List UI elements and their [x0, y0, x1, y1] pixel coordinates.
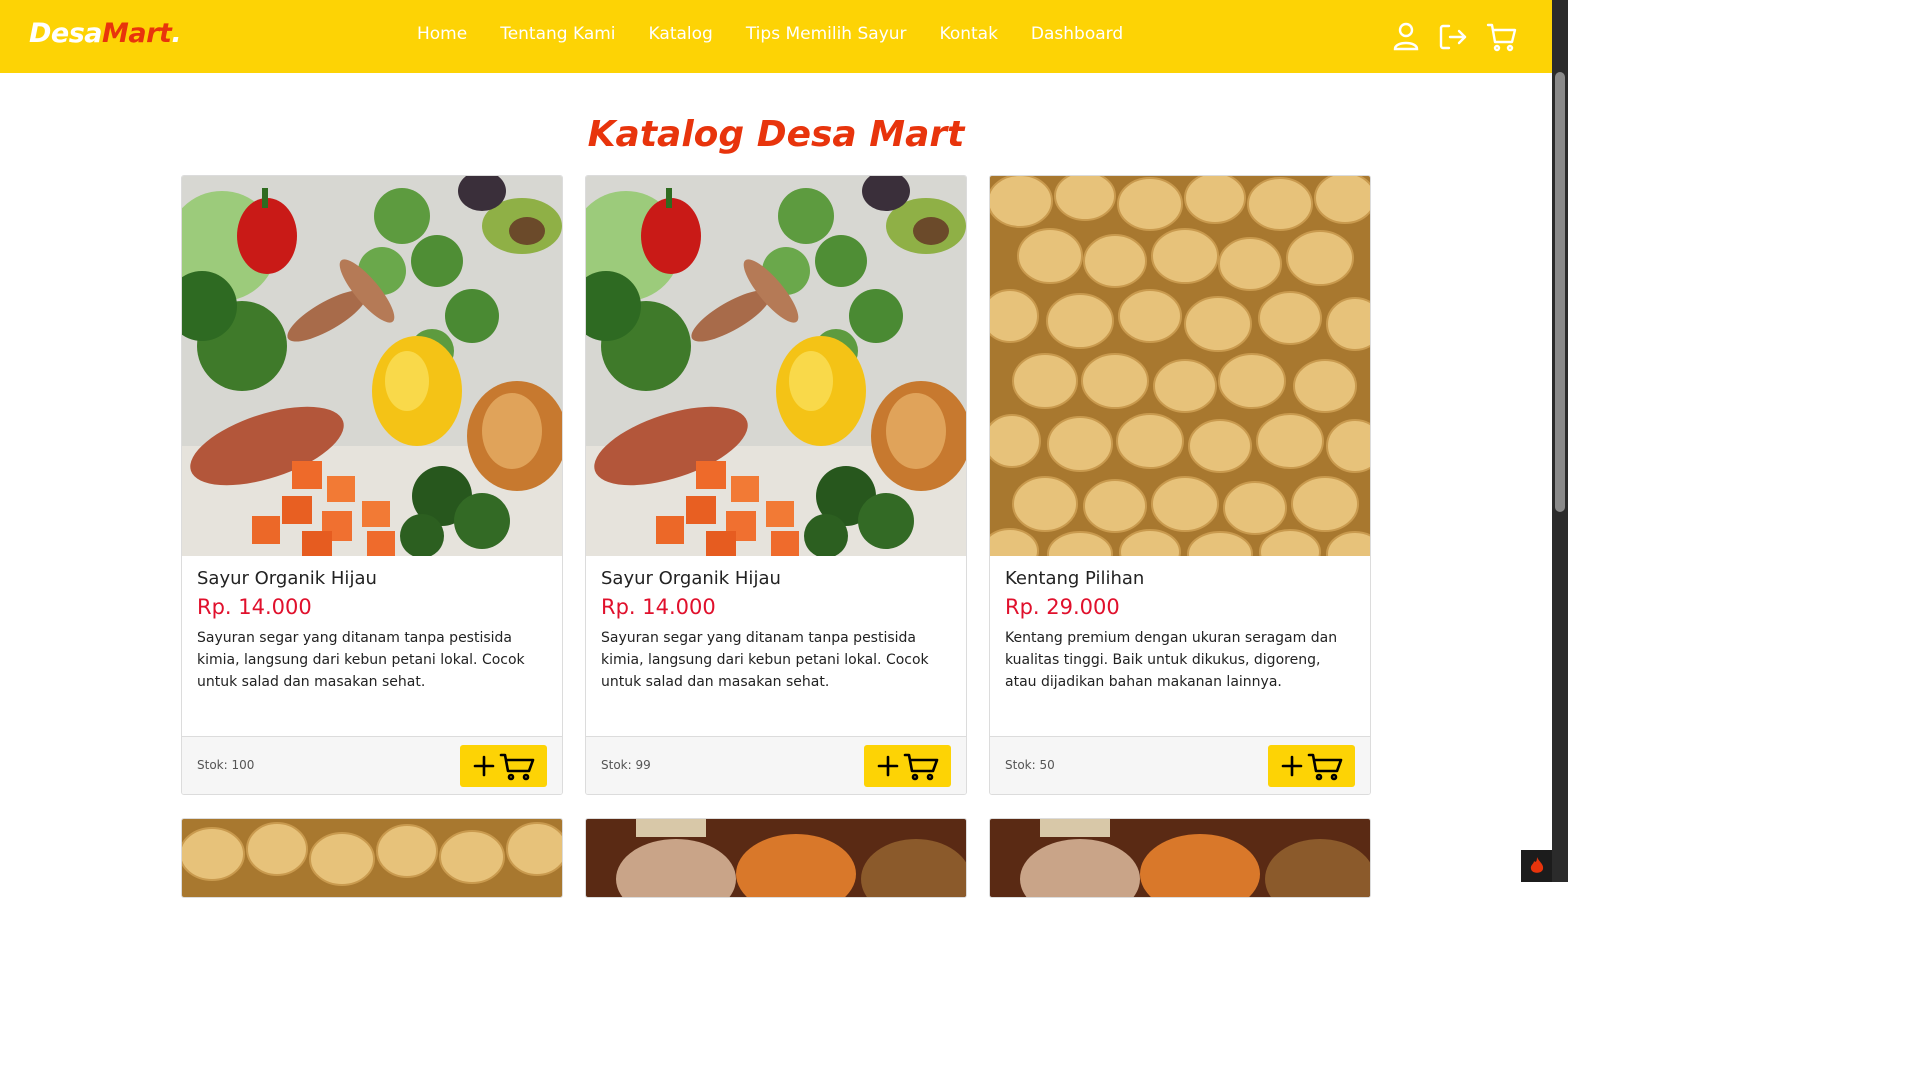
product-card-partial[interactable] [585, 818, 967, 898]
scrollbar[interactable] [1552, 0, 1568, 882]
header-icons [1392, 21, 1518, 53]
product-description: Sayuran segar yang ditanam tanpa pestisi… [197, 630, 525, 690]
nav-katalog[interactable]: Katalog [649, 24, 713, 44]
add-to-cart-button[interactable] [460, 745, 547, 787]
scrollbar-thumb[interactable] [1555, 72, 1565, 512]
page-title: Katalog Desa Mart [587, 114, 965, 155]
navbar: DesaMart. Home Tentang Kami Katalog Tips… [0, 0, 1552, 73]
product-footer: Stok: 100 [182, 736, 562, 794]
add-to-cart-icon [1281, 753, 1342, 781]
nav-tentang-kami[interactable]: Tentang Kami [500, 24, 615, 44]
product-body: Kentang Pilihan Rp. 29.000 Kentang premi… [1005, 568, 1355, 693]
nav-tips-memilih-sayur[interactable]: Tips Memilih Sayur [746, 24, 907, 44]
product-body: Sayur Organik Hijau Rp. 14.000 Sayuran s… [197, 568, 547, 693]
add-to-cart-icon [877, 753, 938, 781]
logo[interactable]: DesaMart. [29, 18, 182, 49]
product-name[interactable]: Sayur Organik Hijau [601, 568, 951, 589]
product-description: Sayuran segar yang ditanam tanpa pestisi… [601, 630, 929, 690]
logo-part-mart: Mart [102, 18, 172, 49]
nav-home[interactable]: Home [417, 24, 467, 44]
product-description: Kentang premium dengan ukuran seragam da… [1005, 630, 1338, 690]
product-stock: Stok: 50 [1005, 758, 1055, 772]
product-name[interactable]: Kentang Pilihan [1005, 568, 1355, 589]
product-name[interactable]: Sayur Organik Hijau [197, 568, 547, 589]
product-price: Rp. 29.000 [1005, 595, 1120, 619]
product-card: Kentang Pilihan Rp. 29.000 Kentang premi… [989, 175, 1371, 795]
product-image-potatoes[interactable] [990, 176, 1370, 556]
product-stock: Stok: 99 [601, 758, 651, 772]
product-card-partial[interactable] [181, 818, 563, 898]
product-footer: Stok: 99 [586, 736, 966, 794]
product-price: Rp. 14.000 [601, 595, 716, 619]
nav-dashboard[interactable]: Dashboard [1031, 24, 1123, 44]
product-image-vegetables[interactable] [586, 176, 966, 556]
logo-dot: . [171, 18, 182, 49]
product-price: Rp. 14.000 [197, 595, 312, 619]
product-card: Sayur Organik Hijau Rp. 14.000 Sayuran s… [585, 175, 967, 795]
product-image-vegetables[interactable] [182, 176, 562, 556]
main-nav: Home Tentang Kami Katalog Tips Memilih S… [417, 24, 1123, 44]
product-footer: Stok: 50 [990, 736, 1370, 794]
flame-icon[interactable] [1521, 850, 1552, 882]
cart-icon[interactable] [1486, 21, 1518, 53]
product-stock: Stok: 100 [197, 758, 255, 772]
user-icon[interactable] [1392, 21, 1420, 53]
product-body: Sayur Organik Hijau Rp. 14.000 Sayuran s… [601, 568, 951, 693]
logout-icon[interactable] [1438, 21, 1468, 53]
product-card: Sayur Organik Hijau Rp. 14.000 Sayuran s… [181, 175, 563, 795]
product-card-partial[interactable] [989, 818, 1371, 898]
nav-kontak[interactable]: Kontak [940, 24, 998, 44]
add-to-cart-button[interactable] [864, 745, 951, 787]
add-to-cart-icon [473, 753, 534, 781]
logo-part-desa: Desa [29, 18, 103, 49]
add-to-cart-button[interactable] [1268, 745, 1355, 787]
